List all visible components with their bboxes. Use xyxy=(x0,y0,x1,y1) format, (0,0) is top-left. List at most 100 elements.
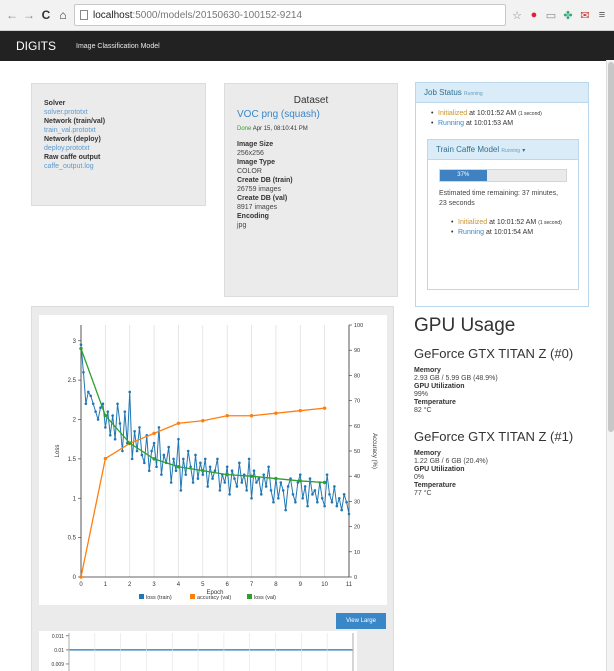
data-point-loss-train xyxy=(199,461,202,465)
data-point-loss-train xyxy=(169,481,173,484)
x-tick-label: 5 xyxy=(201,582,205,588)
data-point-loss-train xyxy=(281,489,285,492)
raw-output-link[interactable]: caffe_output.log xyxy=(44,162,193,171)
menu-icon[interactable]: ≡ xyxy=(596,9,608,21)
gpu-temp-value: 77 °C xyxy=(414,490,432,497)
data-point-loss-train xyxy=(252,469,256,472)
dataset-heading: Dataset xyxy=(293,95,329,106)
data-point-loss-train xyxy=(337,496,341,500)
data-point-accuracy-val xyxy=(79,575,83,579)
data-point-loss-val xyxy=(225,472,229,477)
url-path: :5000/models/20150630-100152-9214 xyxy=(132,9,303,21)
data-point-loss-val xyxy=(274,476,278,481)
cast-icon[interactable]: ▭ xyxy=(545,9,557,22)
net-deploy-link[interactable]: deploy.prototxt xyxy=(44,144,193,153)
data-point-loss-train xyxy=(313,489,317,492)
app-navbar: DIGITS Image Classification Model xyxy=(0,31,614,61)
extension-icon[interactable]: ✤ xyxy=(562,9,574,22)
job-event: Running at 10:01:53 AM xyxy=(431,119,588,129)
data-point-loss-train xyxy=(240,481,244,484)
star-icon[interactable]: ☆ xyxy=(511,9,523,22)
data-point-loss-train xyxy=(143,461,146,465)
data-point-loss-train xyxy=(184,473,188,476)
image-type-label: Image Type xyxy=(237,159,275,166)
data-point-loss-train xyxy=(213,469,217,472)
dataset-done-time: Apr 15, 08:10:41 PM xyxy=(252,126,308,132)
data-point-loss-train xyxy=(135,449,139,453)
data-point-loss-train xyxy=(152,441,156,445)
block-icon[interactable]: ● xyxy=(528,9,540,21)
legend-label-accuracy-val: accuracy (val) xyxy=(197,595,231,601)
model-event: Running at 10:01:54 AM xyxy=(451,228,578,238)
forward-arrow-icon[interactable]: → xyxy=(23,8,35,22)
view-large-button[interactable]: View Large xyxy=(336,613,386,629)
gpu-device: GeForce GTX TITAN Z (#0) Memory 2.93 GB … xyxy=(414,346,604,415)
training-chart[interactable]: 0 1 2 3 4 5 6 7 8 9 10 11 0 0.5 1 1.5 2 2.5 3 0 10 20 30 40 50 60… xyxy=(39,315,387,605)
data-point-loss-train xyxy=(320,496,324,500)
y2-tick-label: 40 xyxy=(354,474,360,480)
back-arrow-icon[interactable]: ← xyxy=(6,8,18,22)
event-time: at 10:01:52 AM xyxy=(469,110,517,117)
image-size-value: 256x256 xyxy=(237,150,264,157)
page-scrollbar[interactable] xyxy=(606,60,614,671)
url-host: localhost xyxy=(93,9,133,21)
data-point-loss-train xyxy=(340,508,343,512)
event-note: (1 second) xyxy=(518,111,542,117)
data-point-loss-train xyxy=(196,477,200,480)
solver-label: Solver xyxy=(44,100,66,107)
scrollbar-thumb[interactable] xyxy=(608,62,614,432)
data-point-loss-train xyxy=(162,453,166,457)
dataset-link[interactable]: VOC png (squash) xyxy=(237,110,385,120)
data-point-loss-train xyxy=(106,410,110,413)
data-point-loss-train xyxy=(303,485,307,488)
data-point-loss-train xyxy=(269,489,273,492)
home-icon[interactable]: ⌂ xyxy=(57,8,69,22)
data-point-loss-train xyxy=(230,469,234,472)
legend-swatch-accuracy-val xyxy=(190,594,195,599)
solver-link[interactable]: solver.prototxt xyxy=(44,108,193,117)
data-point-loss-train xyxy=(330,500,334,504)
gpu-memory-label: Memory xyxy=(414,450,441,457)
data-point-loss-train xyxy=(335,504,339,508)
legend-swatch-loss-train xyxy=(139,594,144,599)
learning-rate-chart[interactable]: 0.009 0.01 0.011 xyxy=(39,631,357,671)
data-point-loss-train xyxy=(342,493,346,496)
dataset-done-status: Done xyxy=(237,126,252,132)
data-point-loss-train xyxy=(189,465,192,469)
event-status: Running xyxy=(438,120,465,127)
data-point-loss-train xyxy=(323,504,326,508)
browser-toolbar: ← → C ⌂ localhost:5000/models/20150630-1… xyxy=(0,0,614,31)
train-model-header[interactable]: Train Caffe Model Running ▾ xyxy=(428,140,578,160)
gpu-name: GeForce GTX TITAN Z (#1) xyxy=(414,429,574,444)
y2-tick-label: 0 xyxy=(354,575,357,581)
event-note: (1 second) xyxy=(538,220,562,226)
y2-tick-label: 10 xyxy=(354,550,360,556)
net-train-link[interactable]: train_val.prototxt xyxy=(44,126,193,135)
data-point-loss-train xyxy=(174,469,178,472)
job-events: Initialized at 10:01:52 AM (1 second) Ru… xyxy=(416,103,588,129)
data-point-loss-train xyxy=(79,343,83,346)
dataset-panel: Dataset VOC png (squash) Done Apr 15, 08… xyxy=(224,83,398,297)
encoding-value: jpg xyxy=(237,222,247,229)
brand-link[interactable]: DIGITS xyxy=(16,39,56,53)
breadcrumb[interactable]: Image Classification Model xyxy=(76,43,160,50)
data-point-loss-train xyxy=(133,430,136,433)
mail-icon[interactable]: ✉ xyxy=(579,9,591,22)
data-point-loss-train xyxy=(155,465,158,469)
data-point-loss-train xyxy=(259,493,263,496)
event-time: at 10:01:54 AM xyxy=(486,229,534,236)
address-bar[interactable]: localhost:5000/models/20150630-100152-92… xyxy=(74,4,506,26)
series-line-loss-train xyxy=(80,344,350,515)
data-point-loss-train xyxy=(94,410,97,413)
data-point-loss-train xyxy=(108,433,112,437)
x-tick-label: 3 xyxy=(152,582,156,588)
train-model-subpanel: Train Caffe Model Running ▾ 37% Estimate… xyxy=(427,139,579,290)
reload-icon[interactable]: C xyxy=(40,8,52,22)
training-chart-svg: 0 1 2 3 4 5 6 7 8 9 10 1100.511.522.530102030405060… xyxy=(55,323,377,601)
data-point-loss-train xyxy=(291,493,295,496)
data-point-loss-train xyxy=(264,485,268,488)
data-point-loss-train xyxy=(225,465,229,469)
data-point-loss-train xyxy=(130,457,134,461)
encoding-label: Encoding xyxy=(237,213,269,220)
data-point-loss-train xyxy=(294,500,297,504)
